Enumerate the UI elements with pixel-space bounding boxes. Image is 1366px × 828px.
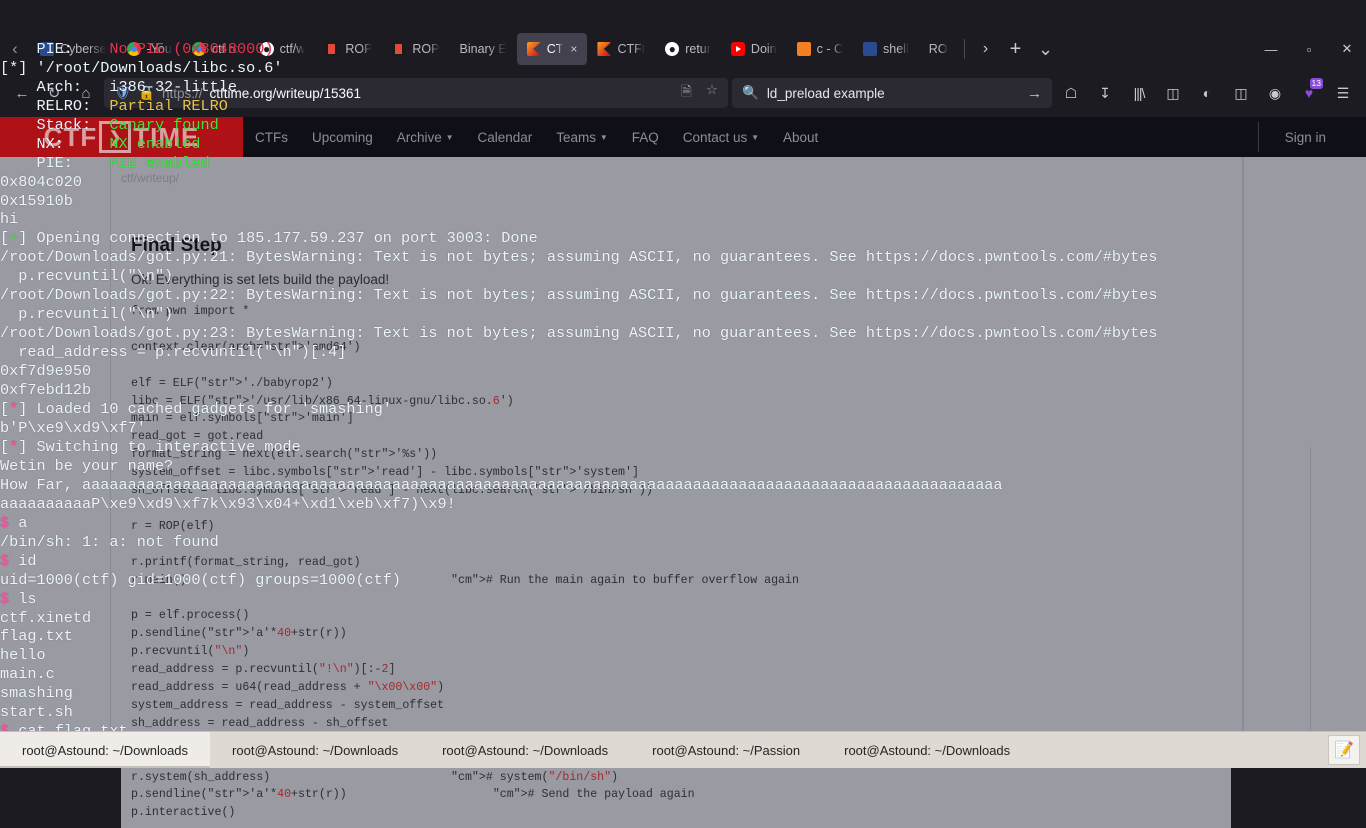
terminal-output: PIE: No PIE (0x8048000) [*] '/root/Downl… [0,40,1241,760]
window-controls: — ▫ ✕ [1252,41,1366,57]
extension-circle-icon[interactable]: ◉ [1260,79,1290,107]
taskbar: root@Astound: ~/Downloads root@Astound: … [0,731,1366,768]
notification-badge: 13 [1309,78,1323,89]
minimize-button[interactable]: — [1252,42,1290,57]
menu-icon[interactable]: ☰ [1328,79,1358,107]
divider [1310,447,1311,768]
taskbar-item[interactable]: root@Astound: ~/Downloads [420,732,630,768]
divider [1242,157,1243,768]
notification-icon[interactable]: 📝 [1328,735,1360,765]
close-window-button[interactable]: ✕ [1328,41,1366,57]
terminal-window[interactable]: PIE: No PIE (0x8048000) [*] '/root/Downl… [0,0,1241,760]
sign-in-link[interactable]: Sign in [1259,130,1366,145]
heart-extension-icon[interactable]: ♥ 13 [1294,78,1324,107]
taskbar-item[interactable]: root@Astound: ~/Downloads [210,732,420,768]
taskbar-item[interactable]: root@Astound: ~/Passion [630,732,822,768]
maximize-button[interactable]: ▫ [1290,42,1328,57]
taskbar-item[interactable]: root@Astound: ~/Downloads [822,732,1032,768]
taskbar-item[interactable]: root@Astound: ~/Downloads [0,732,211,768]
